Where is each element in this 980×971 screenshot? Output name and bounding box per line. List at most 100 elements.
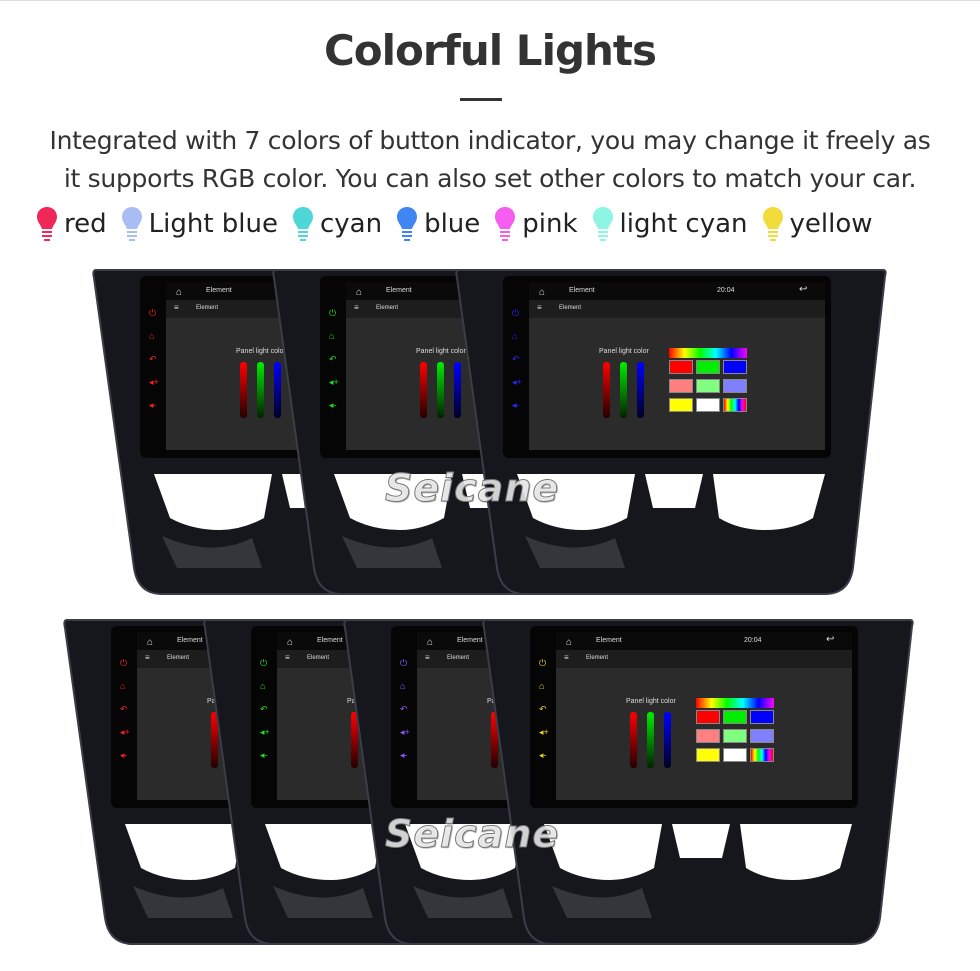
color-swatch[interactable] (723, 729, 747, 743)
screen: ≡ Element Panel light color (529, 300, 825, 450)
panel-button[interactable]: ↶ (149, 354, 157, 365)
panel-button[interactable]: ⌂ (260, 681, 265, 691)
app-bar-title: Element (307, 655, 330, 661)
watermark: Seicane (384, 812, 560, 857)
panel-button[interactable]: ◂+ (329, 377, 339, 388)
panel-button[interactable]: ⌂ (149, 331, 154, 341)
hue-strip[interactable] (696, 698, 774, 708)
panel-button[interactable]: ↶ (512, 354, 520, 365)
panel-button[interactable]: ⏻ (149, 308, 156, 319)
legend-label: blue (424, 209, 481, 239)
color-swatch[interactable] (723, 710, 747, 724)
color-swatch[interactable] (750, 729, 774, 743)
panel-button[interactable]: ⏻ (120, 658, 127, 669)
legend-label: light cyan (619, 209, 748, 239)
red-slider[interactable] (630, 712, 637, 768)
green-slider[interactable] (620, 362, 627, 418)
blue-slider[interactable] (637, 362, 644, 418)
panel-button[interactable]: ↶ (260, 704, 268, 715)
panel-button[interactable]: ◂- (400, 750, 408, 761)
panel-button[interactable]: ⏻ (260, 658, 267, 669)
panel-button[interactable]: ⏻ (329, 308, 336, 319)
back-icon[interactable]: ↩ (826, 634, 834, 645)
color-swatch[interactable] (723, 748, 747, 762)
bulb-icon (37, 207, 57, 241)
panel-button[interactable]: ⌂ (512, 331, 517, 341)
bulb-icon (762, 207, 783, 241)
color-swatch[interactable] (750, 710, 774, 724)
color-swatch[interactable] (723, 379, 747, 393)
panel-button[interactable]: ⌂ (329, 331, 334, 341)
blue-slider[interactable] (664, 712, 671, 768)
color-swatch[interactable] (750, 748, 774, 762)
menu-icon[interactable]: ≡ (285, 653, 290, 662)
panel-light-label: Panel light color (599, 348, 649, 355)
app-bar-title: Element (376, 305, 399, 311)
home-icon[interactable]: ⌂ (287, 637, 293, 648)
red-slider[interactable] (603, 362, 610, 418)
color-swatch[interactable] (669, 379, 693, 393)
hue-strip[interactable] (669, 348, 747, 358)
panel-button[interactable]: ⌂ (539, 681, 544, 691)
panel-button[interactable]: ◂+ (400, 727, 410, 738)
green-slider[interactable] (437, 362, 444, 418)
color-swatch[interactable] (696, 748, 720, 762)
red-slider[interactable] (420, 362, 427, 418)
menu-icon[interactable]: ≡ (537, 303, 542, 312)
panel-button[interactable]: ◂+ (120, 727, 130, 738)
app-bar-title: Element (559, 305, 582, 311)
page: Colorful Lights Integrated with 7 colors… (0, 0, 980, 971)
back-icon[interactable]: ↩ (799, 284, 807, 295)
color-swatch[interactable] (723, 398, 747, 412)
panel-light-label: Panel light color (626, 698, 676, 705)
color-swatch[interactable] (696, 729, 720, 743)
panel-button[interactable]: ◂- (120, 750, 128, 761)
panel-button[interactable]: ◂- (329, 400, 337, 411)
home-icon[interactable]: ⌂ (356, 287, 362, 298)
panel-button[interactable]: ◂- (539, 750, 547, 761)
panel-button[interactable]: ↶ (539, 704, 547, 715)
panel-button[interactable]: ◂+ (539, 727, 549, 738)
menu-icon[interactable]: ≡ (174, 303, 179, 312)
color-swatch[interactable] (696, 379, 720, 393)
menu-icon[interactable]: ≡ (354, 303, 359, 312)
panel-button[interactable]: ◂+ (512, 377, 522, 388)
home-icon[interactable]: ⌂ (427, 637, 433, 648)
panel-button[interactable]: ⏻ (400, 658, 407, 669)
bulb-icon (292, 207, 313, 241)
panel-button[interactable]: ◂- (260, 750, 268, 761)
red-slider[interactable] (240, 362, 247, 418)
home-icon[interactable]: ⌂ (176, 287, 182, 298)
green-slider[interactable] (647, 712, 654, 768)
panel-button[interactable]: ⏻ (539, 658, 546, 669)
menu-icon[interactable]: ≡ (564, 653, 569, 662)
app-title: Element (177, 637, 203, 644)
status-bar: ⌂ Element 20:04 ↩ (529, 282, 825, 300)
panel-button[interactable]: ◂+ (149, 377, 159, 388)
legend-item: yellow (762, 206, 873, 242)
color-swatch[interactable] (696, 398, 720, 412)
bulb-icon (121, 207, 142, 241)
panel-button[interactable]: ⌂ (400, 681, 405, 691)
panel-button[interactable]: ↶ (400, 704, 408, 715)
panel-button[interactable]: ↶ (329, 354, 337, 365)
home-icon[interactable]: ⌂ (566, 637, 572, 648)
menu-icon[interactable]: ≡ (145, 653, 150, 662)
color-swatch[interactable] (696, 360, 720, 374)
menu-icon[interactable]: ≡ (425, 653, 430, 662)
panel-button[interactable]: ◂+ (260, 727, 270, 738)
panel-button[interactable]: ⌂ (120, 681, 125, 691)
clock: 20:04 (744, 637, 762, 644)
panel-button[interactable]: ◂- (149, 400, 157, 411)
panel-button[interactable]: ⏻ (512, 308, 519, 319)
green-slider[interactable] (257, 362, 264, 418)
app-bar-title: Element (447, 655, 470, 661)
color-swatch[interactable] (723, 360, 747, 374)
panel-button[interactable]: ◂- (512, 400, 520, 411)
color-swatch[interactable] (669, 398, 693, 412)
color-swatch[interactable] (669, 360, 693, 374)
color-swatch[interactable] (696, 710, 720, 724)
home-icon[interactable]: ⌂ (539, 287, 545, 298)
panel-button[interactable]: ↶ (120, 704, 128, 715)
home-icon[interactable]: ⌂ (147, 637, 153, 648)
